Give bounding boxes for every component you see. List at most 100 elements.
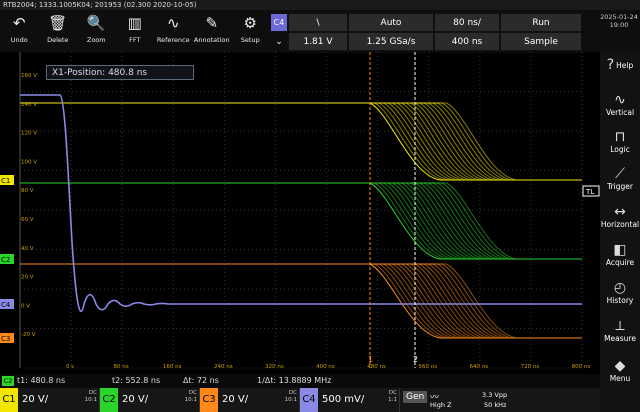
- vertical-icon: ∿: [614, 92, 626, 108]
- trigger-level-marker: TL: [585, 188, 594, 196]
- x-axis-label: 400 ns: [316, 364, 335, 370]
- channel-2-trace: [20, 182, 582, 260]
- channel-1-trace: [20, 102, 582, 181]
- waveform-display[interactable]: 160 V 140 V 120 V 100 V 80 V 60 V 40 V 20 V0 V-…: [0, 51, 600, 374]
- c4-marker: C4: [1, 301, 11, 309]
- generator-impedance: High Z: [430, 401, 452, 409]
- channel-3-trace: [20, 263, 582, 339]
- y-axis-label: -20 V: [21, 332, 36, 338]
- toolbar-label: Delete: [47, 36, 69, 44]
- timebase-scale[interactable]: 80 ns/: [434, 13, 500, 32]
- channel-c1-setting[interactable]: C1 20 V/DC 10:1: [0, 388, 100, 412]
- channel-coupling: DC 1:1: [388, 390, 397, 404]
- channel-3-trace: [20, 263, 582, 339]
- right-sidebar: ? Help ∿ Vertical ⊓ Logic ⟋ Trigger ↔ Horizontal ◧…: [600, 52, 640, 412]
- expand-arrow-icon[interactable]: ⌄: [270, 32, 288, 51]
- record-length[interactable]: 400 ns: [434, 32, 500, 51]
- trigger-level[interactable]: 1.81 V: [288, 32, 348, 51]
- acquire-icon: ◧: [613, 242, 627, 258]
- sidebar-item-acquire[interactable]: ◧ Acquire: [600, 242, 640, 267]
- sidebar-item-logic[interactable]: ⊓ Logic: [600, 129, 640, 154]
- sidebar-item-horizontal[interactable]: ↔ Horizontal: [600, 204, 640, 229]
- undo-icon: ↶: [12, 14, 26, 32]
- y-axis-label: 160 V: [21, 73, 37, 79]
- channel-3-trace: [20, 263, 582, 339]
- toolbar-reference-button[interactable]: ∿ Reference: [154, 10, 193, 52]
- trigger-source-badge[interactable]: C4: [270, 13, 288, 32]
- pencil-icon: ✎: [205, 14, 219, 32]
- channel-1-trace: [20, 102, 582, 181]
- sidebar-item-vertical[interactable]: ∿ Vertical: [600, 92, 640, 117]
- channel-2-trace: [20, 182, 582, 260]
- channel-3-trace: [20, 263, 582, 339]
- channel-c2-setting[interactable]: C2 20 V/DC 10:1: [100, 388, 200, 412]
- sidebar-item-history[interactable]: ◴ History: [600, 280, 640, 305]
- channel-2-trace: [20, 182, 582, 260]
- channel-3-trace: [20, 263, 582, 339]
- channel-2-trace: [20, 182, 582, 260]
- channel-coupling: DC 10:1: [185, 390, 197, 404]
- toolbar-label: Undo: [10, 36, 28, 44]
- status-channel-tag[interactable]: C2: [2, 376, 14, 386]
- channel-c4-setting[interactable]: C4 500 mV/DC 1:1: [300, 388, 400, 412]
- channel-1-trace: [20, 102, 582, 181]
- channel-1-trace: [20, 102, 582, 181]
- sidebar-item-label: Acquire: [605, 258, 635, 267]
- channel-1-trace: [20, 102, 582, 181]
- wrench-icon: ⚙: [243, 14, 257, 32]
- toolbar-label: Setup: [240, 36, 260, 44]
- channel-1-trace: [20, 102, 582, 181]
- sidebar-item-help[interactable]: ? Help: [600, 57, 640, 73]
- logic-icon: ⊓: [614, 129, 626, 145]
- channel-3-trace: [20, 263, 582, 339]
- reference-icon: ∿: [166, 14, 180, 32]
- channel-1-trace: [20, 102, 582, 181]
- channel-1-trace: [20, 102, 582, 181]
- x-axis-label: 800 ns: [572, 364, 591, 370]
- sidebar-item-menu[interactable]: ◆ Menu: [600, 358, 640, 383]
- fft-icon: ▥: [127, 14, 142, 32]
- generator-amplitude: 3.3 Vpp: [482, 391, 508, 399]
- sample-rate[interactable]: 1.25 GSa/s: [348, 32, 434, 51]
- channel-2-trace: [20, 182, 582, 260]
- toolbar-undo-button[interactable]: ↶ Undo: [0, 10, 39, 52]
- cursor-2-marker: 2: [413, 355, 418, 364]
- toolbar-setup-button[interactable]: ⚙ Setup: [231, 10, 270, 52]
- y-axis-label: 40 V: [21, 246, 34, 252]
- channel-tag: C3: [200, 388, 218, 412]
- y-axis-label: 60 V: [21, 217, 34, 223]
- c1-marker: C1: [1, 177, 10, 185]
- menu-icon: ◆: [614, 358, 626, 374]
- channel-c3-setting[interactable]: C3 20 V/DC 10:1: [200, 388, 300, 412]
- channel-2-trace: [20, 182, 582, 260]
- generator-frequency: 50 kHz: [484, 401, 507, 409]
- toolbar-zoom-button[interactable]: 🔍 Zoom: [77, 10, 116, 52]
- channel-tag: C1: [0, 388, 18, 412]
- y-axis-label: 120 V: [21, 131, 37, 137]
- channel-3-trace: [20, 263, 582, 339]
- acquisition-mode[interactable]: Sample: [500, 32, 582, 51]
- run-stop-button[interactable]: Run: [500, 13, 582, 32]
- toolbar-label: Zoom: [86, 36, 106, 44]
- zoom-icon: 🔍: [86, 14, 106, 32]
- trigger-slope[interactable]: \: [288, 13, 348, 32]
- sidebar-item-trigger[interactable]: ⟋ Trigger: [600, 166, 640, 191]
- toolbar: ↶ Undo 🗑 Delete 🔍 Zoom ▥ FFT ∿ Reference ✎ Annotati…: [0, 10, 270, 52]
- channel-3-trace: [20, 263, 582, 339]
- coupling-label: DC: [88, 390, 97, 396]
- trigger-mode[interactable]: Auto: [348, 13, 434, 32]
- channel-3-trace: [20, 263, 582, 339]
- probe-ratio: 10:1: [184, 397, 197, 403]
- cursor-inverse-delta-t: 1/Δt: 13.8889 MHz: [257, 376, 332, 385]
- toolbar-fft-button[interactable]: ▥ FFT: [116, 10, 155, 52]
- sidebar-item-measure[interactable]: ⟂ Measure: [600, 318, 640, 343]
- channel-4-trace: [20, 94, 582, 313]
- toolbar-annotation-button[interactable]: ✎ Annotation: [193, 10, 232, 52]
- channel-2-trace: [20, 182, 582, 260]
- sidebar-item-label: Menu: [609, 374, 631, 383]
- toolbar-delete-button[interactable]: 🗑 Delete: [39, 10, 78, 52]
- horizontal-icon: ↔: [614, 204, 626, 220]
- channel-2-trace: [20, 182, 582, 260]
- generator-panel[interactable]: Gen 〰 High Z 3.3 Vpp 50 kHz: [400, 388, 600, 412]
- x-axis-label: 560 ns: [418, 364, 437, 370]
